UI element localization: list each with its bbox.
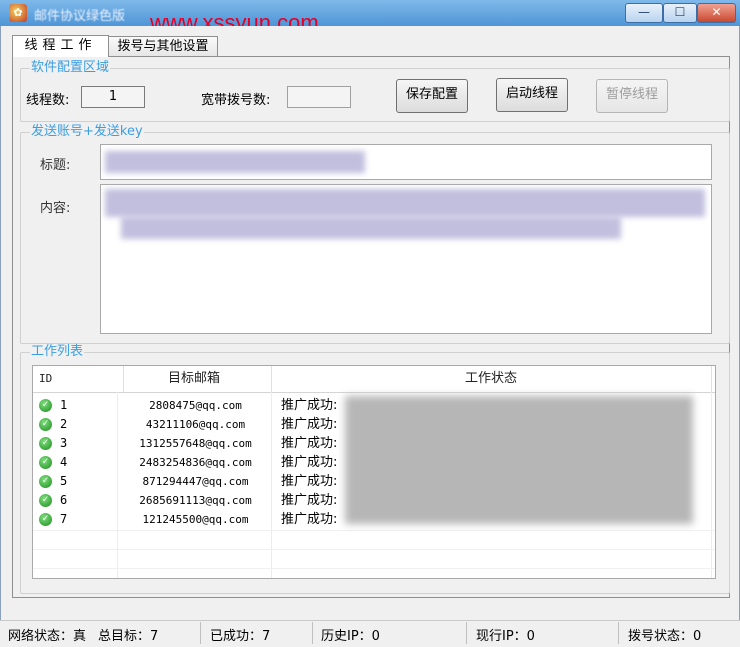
check-circle-icon: ✓	[39, 418, 52, 431]
current-ip: 现行IP：0	[476, 629, 535, 644]
check-circle-icon: ✓	[39, 494, 52, 507]
row-id: 6	[60, 493, 68, 507]
check-circle-icon: ✓	[39, 513, 52, 526]
content-label: 内容:	[40, 201, 71, 216]
status-divider	[618, 622, 619, 644]
status-divider	[312, 622, 313, 644]
tab-thread-work[interactable]: 线程工作	[12, 35, 109, 57]
row-divider	[33, 530, 715, 531]
config-group-legend: 软件配置区域	[30, 60, 111, 75]
status-divider	[466, 622, 467, 644]
minimize-button[interactable]: —	[625, 3, 663, 23]
window-title: 邮件协议绿色版	[34, 9, 126, 24]
send-group-legend: 发送账号+发送key	[30, 124, 144, 139]
title-input[interactable]	[100, 144, 712, 180]
row-email: 121245500@qq.com	[142, 513, 249, 526]
close-button[interactable]: ✕	[697, 3, 736, 23]
row-id: 1	[60, 398, 68, 412]
row-divider	[33, 549, 715, 550]
redacted-title	[105, 151, 365, 173]
app-logo-icon: ✿	[9, 4, 27, 22]
redacted-content-line-2	[121, 217, 621, 239]
row-status: 推广成功:	[281, 493, 338, 508]
dial-count-input[interactable]	[287, 86, 351, 108]
column-header-status[interactable]: 工作状态	[271, 366, 712, 392]
network-status: 网络状态：真	[8, 629, 87, 644]
pause-thread-button[interactable]: 暂停线程	[596, 79, 668, 113]
row-email: 871294447@qq.com	[142, 475, 249, 488]
check-circle-icon: ✓	[39, 399, 52, 412]
work-list[interactable]: ID 目标邮箱 工作状态 ✓ 1 2808475@qq.com 推广成功: ✓ …	[32, 365, 716, 579]
row-email: 43211106@qq.com	[145, 418, 246, 431]
row-email: 2483254836@qq.com	[139, 456, 252, 469]
column-header-id[interactable]: ID	[33, 366, 124, 392]
success-count: 已成功：7	[210, 629, 271, 644]
row-status: 推广成功:	[281, 512, 338, 527]
list-header: ID 目标邮箱 工作状态	[33, 366, 715, 393]
dial-status: 拨号状态：0	[628, 629, 702, 644]
row-status: 推广成功:	[281, 455, 338, 470]
redacted-content-line-1	[105, 189, 705, 217]
redacted-status-details	[345, 396, 693, 524]
threads-label: 线程数:	[26, 93, 70, 108]
check-circle-icon: ✓	[39, 437, 52, 450]
row-email: 1312557648@qq.com	[139, 437, 252, 450]
row-status: 推广成功:	[281, 436, 338, 451]
start-thread-button[interactable]: 启动线程	[496, 78, 568, 112]
row-id: 3	[60, 436, 68, 450]
total-targets: 总目标：7	[98, 629, 159, 644]
row-status: 推广成功:	[281, 398, 338, 413]
column-header-email[interactable]: 目标邮箱	[117, 366, 272, 392]
row-id: 2	[60, 417, 68, 431]
row-divider	[33, 568, 715, 569]
check-circle-icon: ✓	[39, 475, 52, 488]
tab-dial-settings[interactable]: 拨号与其他设置	[108, 36, 218, 56]
row-status: 推广成功:	[281, 474, 338, 489]
row-id: 5	[60, 474, 68, 488]
row-id: 4	[60, 455, 68, 469]
history-ip: 历史IP：0	[321, 629, 380, 644]
threads-input[interactable]: 1	[81, 86, 145, 108]
content-textarea[interactable]	[100, 184, 712, 334]
status-divider	[200, 622, 201, 644]
row-email: 2808475@qq.com	[149, 399, 242, 412]
title-label: 标题:	[40, 158, 71, 173]
row-email: 2685691113@qq.com	[139, 494, 252, 507]
dial-count-label: 宽带拨号数:	[201, 93, 271, 108]
row-id: 7	[60, 512, 68, 526]
check-circle-icon: ✓	[39, 456, 52, 469]
maximize-button[interactable]: ☐	[663, 3, 697, 23]
save-config-button[interactable]: 保存配置	[396, 79, 468, 113]
work-list-legend: 工作列表	[30, 344, 85, 359]
row-status: 推广成功:	[281, 417, 338, 432]
